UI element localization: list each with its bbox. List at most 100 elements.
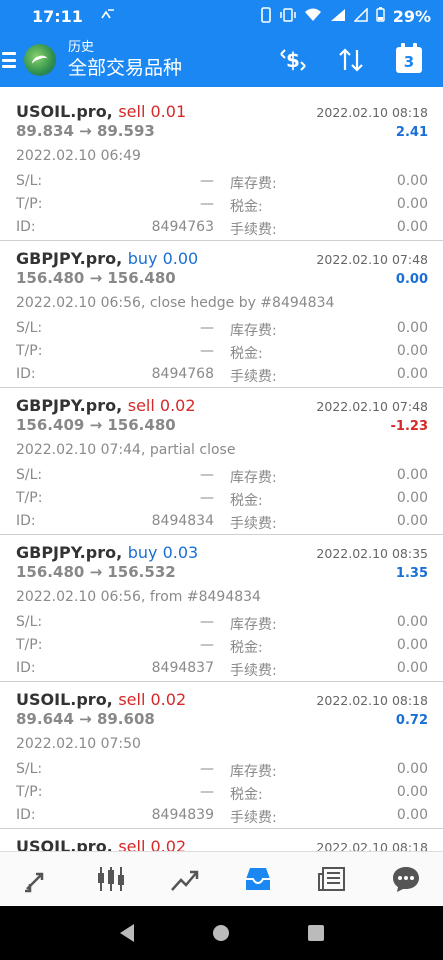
symbol: USOIL.pro,	[16, 837, 113, 851]
swap-value: 0.00	[396, 614, 428, 630]
list-item[interactable]: USOIL.pro, sell 0.01 2022.02.10 08:18 89…	[0, 94, 443, 241]
history-icon[interactable]	[238, 859, 278, 899]
swap-value: 0.00	[396, 761, 428, 777]
open-price: 89.644	[16, 710, 74, 728]
close-price: 89.593	[96, 122, 155, 140]
calendar-icon[interactable]: 3	[393, 43, 425, 76]
profit: 1.35	[395, 566, 428, 581]
status-bar: 17:11 29%	[0, 0, 443, 33]
arrow: →	[89, 416, 103, 434]
deal-id: 8494768	[151, 366, 214, 382]
arrow: →	[79, 122, 92, 140]
list-item[interactable]: USOIL.pro, sell 0.02 2022.02.10 08:18	[0, 829, 443, 851]
sl-label: S/L:	[16, 614, 43, 630]
swap-label: 库存费:	[230, 323, 277, 339]
swap-value: 0.00	[396, 467, 428, 483]
id-label: ID:	[16, 219, 36, 235]
close-time: 2022.02.10 08:18	[316, 693, 428, 708]
list-item[interactable]: GBPJPY.pro, buy 0.03 2022.02.10 08:35 15…	[0, 535, 443, 682]
close-price: 156.532	[107, 563, 176, 581]
deal-info: 2022.02.10 06:56, close hedge by #849483…	[16, 295, 335, 311]
sl-value: —	[200, 320, 214, 336]
deal-side: sell 0.01	[118, 102, 187, 121]
system-nav-bar	[0, 906, 443, 960]
tp-value: —	[200, 784, 214, 800]
profit: 2.41	[395, 125, 428, 140]
tp-value: —	[200, 490, 214, 506]
list-item[interactable]: GBPJPY.pro, sell 0.02 2022.02.10 07:48 1…	[0, 388, 443, 535]
symbol: GBPJPY.pro,	[16, 543, 123, 562]
symbol: GBPJPY.pro,	[16, 396, 123, 415]
swap-label: 库存费:	[230, 617, 277, 633]
close-price: 156.480	[107, 269, 176, 287]
symbol: USOIL.pro,	[16, 102, 113, 121]
signal-icon	[330, 8, 346, 26]
sl-value: —	[200, 173, 214, 189]
app-logo	[24, 44, 56, 76]
profit: 0.00	[395, 272, 428, 287]
chart-icon[interactable]	[91, 859, 131, 899]
close-time: 2022.02.10 08:18	[316, 105, 428, 120]
home-icon[interactable]	[209, 921, 233, 945]
recents-icon[interactable]	[304, 921, 328, 945]
open-price: 89.834	[16, 122, 74, 140]
messages-icon[interactable]	[386, 859, 426, 899]
news-icon[interactable]	[312, 859, 352, 899]
swap-value: 0.00	[396, 173, 428, 189]
tp-label: T/P:	[16, 490, 43, 506]
sort-icon[interactable]	[335, 44, 367, 76]
swap-label: 库存费:	[230, 176, 277, 192]
close-price: 89.608	[96, 710, 155, 728]
list-item[interactable]: USOIL.pro, sell 0.02 2022.02.10 08:18 89…	[0, 682, 443, 829]
quotes-icon[interactable]	[17, 859, 57, 899]
profit: 0.72	[395, 713, 428, 728]
history-list[interactable]: USOIL.pro, sell 0.01 2022.02.10 08:18 89…	[0, 94, 443, 851]
notification-icon	[101, 8, 115, 25]
fee-value: 0.00	[396, 366, 428, 382]
swap-value: 0.00	[396, 320, 428, 336]
open-price: 156.480	[16, 563, 85, 581]
fee-label: 手续费:	[230, 222, 277, 238]
page-title[interactable]: 全部交易品种	[68, 56, 182, 80]
tp-value: —	[200, 196, 214, 212]
sl-value: —	[200, 614, 214, 630]
menu-icon[interactable]	[2, 52, 16, 68]
back-icon[interactable]	[115, 921, 139, 945]
tax-value: 0.00	[396, 196, 428, 212]
arrow: →	[79, 710, 92, 728]
fee-value: 0.00	[396, 660, 428, 676]
deal-info: 2022.02.10 06:56, from #8494834	[16, 589, 261, 605]
tax-value: 0.00	[396, 637, 428, 653]
deal-info: 2022.02.10 07:50	[16, 736, 141, 752]
fee-label: 手续费:	[230, 663, 277, 679]
sl-value: —	[200, 761, 214, 777]
fee-value: 0.00	[396, 219, 428, 235]
deal-id: 8494763	[151, 219, 214, 235]
tax-label: 税金:	[230, 787, 263, 803]
open-price: 156.480	[16, 269, 85, 287]
deal-info: 2022.02.10 07:44, partial close	[16, 442, 236, 458]
vibrate-icon	[260, 6, 272, 27]
clock: 17:11	[32, 7, 83, 26]
deal-info: 2022.02.10 06:49	[16, 148, 141, 164]
list-item[interactable]: GBPJPY.pro, buy 0.00 2022.02.10 07:48 15…	[0, 241, 443, 388]
battery-icon	[376, 7, 385, 26]
tp-label: T/P:	[16, 343, 43, 359]
close-time: 2022.02.10 08:18	[316, 840, 428, 851]
symbol: GBPJPY.pro,	[16, 249, 123, 268]
tp-label: T/P:	[16, 637, 43, 653]
tax-value: 0.00	[396, 490, 428, 506]
tp-label: T/P:	[16, 784, 43, 800]
trade-icon[interactable]	[165, 859, 205, 899]
deal-side: buy 0.03	[127, 543, 199, 562]
deal-id: 8494834	[151, 513, 214, 529]
sl-label: S/L:	[16, 173, 43, 189]
arrow: →	[89, 269, 103, 287]
currency-filter-icon[interactable]: $	[277, 44, 309, 76]
deal-side: sell 0.02	[118, 837, 187, 851]
sl-label: S/L:	[16, 320, 43, 336]
fee-label: 手续费:	[230, 810, 277, 826]
tax-label: 税金:	[230, 640, 263, 656]
close-time: 2022.02.10 07:48	[316, 399, 428, 414]
id-label: ID:	[16, 366, 36, 382]
